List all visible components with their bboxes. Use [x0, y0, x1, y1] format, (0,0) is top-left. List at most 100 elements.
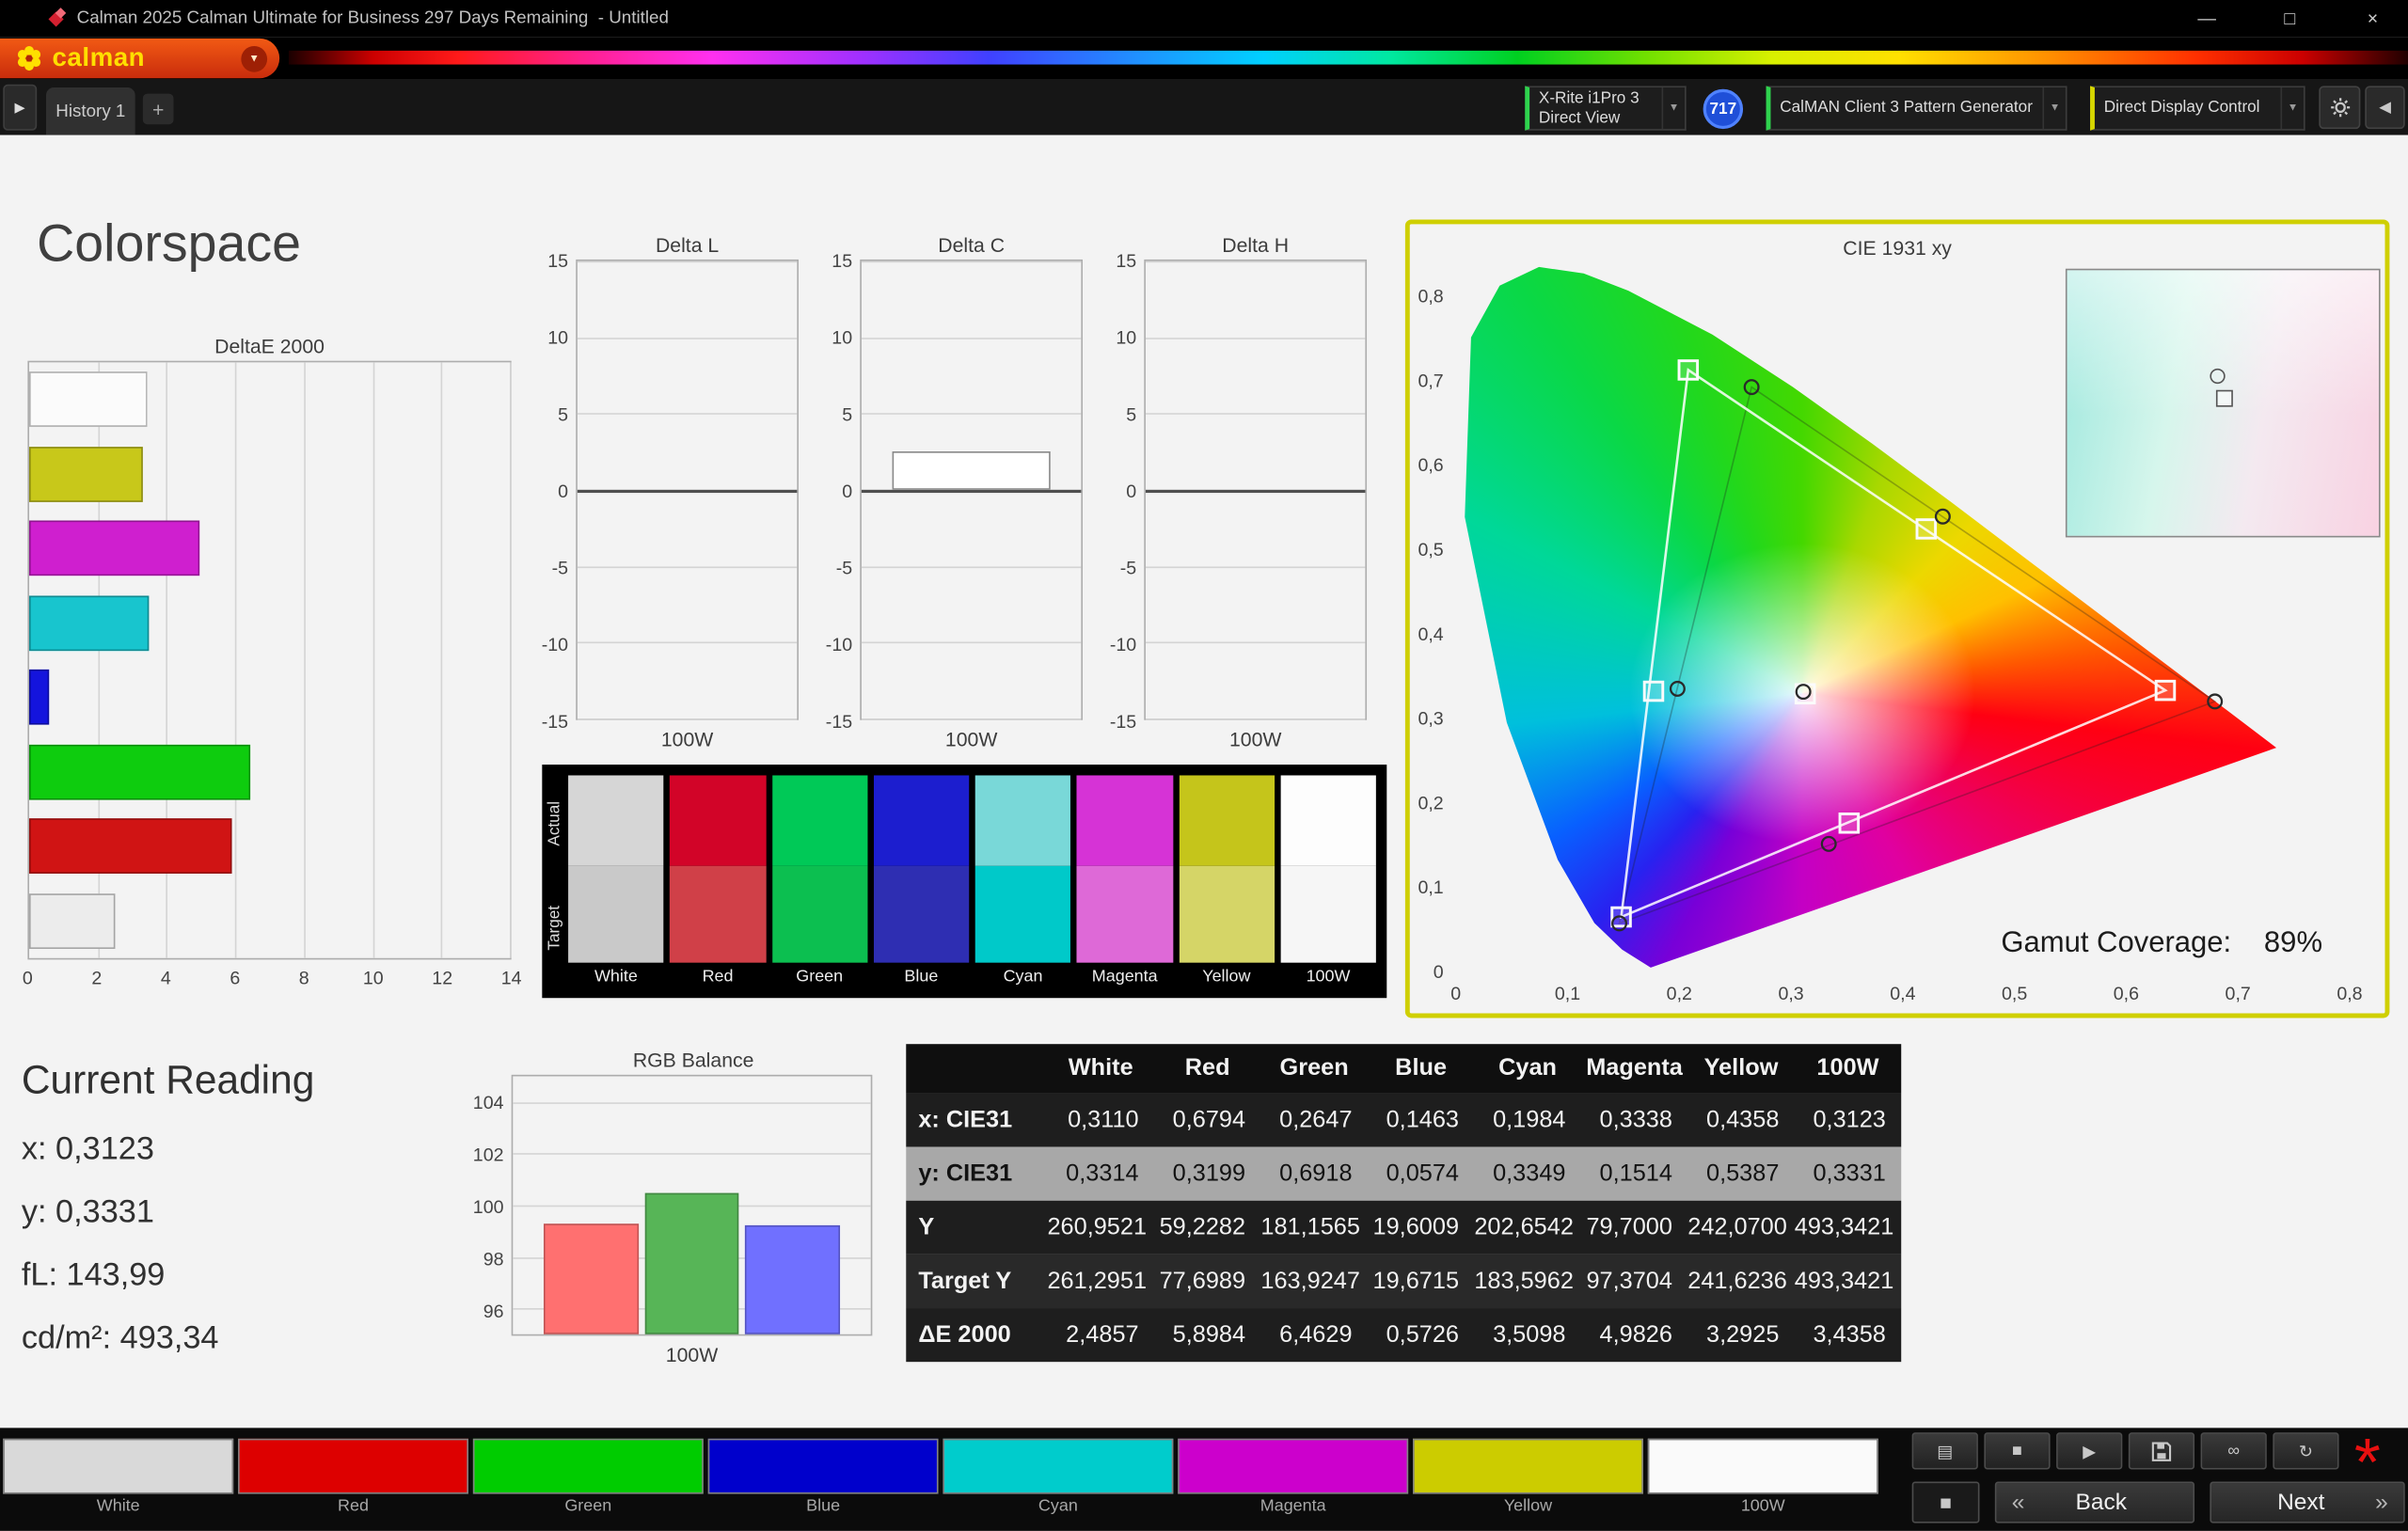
table-cell: 0,6918	[1279, 1160, 1353, 1187]
deltae-bar-row	[29, 809, 510, 883]
table-cell: 241,6236	[1687, 1267, 1787, 1294]
add-tab-button[interactable]: +	[142, 93, 174, 125]
tab-history-1[interactable]: History 1	[45, 87, 135, 135]
save-button[interactable]	[2128, 1432, 2195, 1470]
pattern-button-magenta[interactable]: Magenta	[1178, 1438, 1409, 1521]
pattern-window-button[interactable]: ▤	[1911, 1432, 1978, 1470]
logo-caret-icon: ▼	[241, 45, 268, 71]
table-cell: 6,4629	[1279, 1320, 1353, 1348]
swatch-column-green: Green	[771, 775, 868, 991]
swatch-column-white: White	[568, 775, 664, 991]
gridline	[577, 337, 798, 339]
delta_c-bar	[892, 451, 1051, 490]
table-col-header: Green	[1279, 1054, 1349, 1081]
reading-fl: fL: 143,99	[21, 1257, 166, 1293]
display-control-dropdown[interactable]: Direct Display Control ▼	[2090, 86, 2305, 131]
axis-tick-label: 10	[1116, 326, 1137, 349]
table-row-label: Target Y	[918, 1267, 1012, 1294]
maximize-icon[interactable]: □	[2276, 8, 2304, 29]
gridline	[1145, 413, 1366, 416]
calman-app: Calman 2025 Calman Ultimate for Business…	[0, 0, 2408, 1531]
pattern-button-red[interactable]: Red	[238, 1438, 468, 1521]
display-window-button[interactable]: ■	[1911, 1481, 1980, 1523]
continuous-button[interactable]: ∞	[2200, 1432, 2267, 1470]
axis-tick-label: 0,2	[1418, 792, 1444, 814]
table-cell: 0,3110	[1068, 1106, 1139, 1133]
deltae-plot	[27, 360, 512, 960]
collapse-panel-button[interactable]: ◀	[2365, 86, 2405, 130]
meter-dropdown-label: X-Rite i1Pro 3 Direct View	[1529, 89, 1648, 128]
table-col-header: Yellow	[1703, 1054, 1779, 1081]
target-swatch	[974, 865, 1071, 963]
settings-button[interactable]	[2319, 86, 2361, 130]
stop-button[interactable]: ■	[1984, 1432, 2051, 1470]
pattern-button-yellow[interactable]: Yellow	[1413, 1438, 1643, 1521]
delta-c-plot	[860, 259, 1084, 720]
chevron-down-icon: ▼	[1661, 87, 1685, 130]
minimize-icon[interactable]: —	[2193, 8, 2220, 29]
delta-l-title: Delta L	[655, 233, 720, 257]
table-cell: 19,6009	[1372, 1213, 1460, 1240]
bottom-bar: White Red Green Blue Cyan Magenta Yellow 100W ▤…	[0, 1428, 2408, 1531]
axis-tick-label: 5	[842, 403, 853, 426]
chevron-down-icon: ▼	[2280, 87, 2303, 130]
axis-tick-label: 102	[472, 1144, 504, 1166]
axis-tick-label: -5	[551, 557, 569, 579]
deltae-bar-magenta	[29, 520, 200, 576]
delta-l-chart: Delta L 15 10 5 0 -5 -10 -15 100W	[542, 233, 799, 750]
play-button[interactable]: ▶	[2056, 1432, 2123, 1470]
calman-flower-icon	[17, 45, 41, 71]
pattern-button-label: 100W	[1740, 1496, 1785, 1516]
pattern-button-100w[interactable]: 100W	[1647, 1438, 1878, 1521]
delta-c-yticks: 15 10 5 0 -5 -10 -15	[826, 250, 857, 733]
axis-tick-label: 0	[1126, 481, 1137, 502]
pattern-generator-dropdown[interactable]: CalMAN Client 3 Pattern Generator ▼	[1766, 86, 2067, 131]
rgb-bar-red	[543, 1223, 639, 1334]
table-row-label: Y	[918, 1213, 935, 1240]
save-icon	[2151, 1441, 2172, 1461]
stop-icon: ■	[2012, 1442, 2022, 1460]
table-row: y: CIE31 0,3314 0,3199 0,6918 0,0574 0,3349 0,…	[906, 1146, 1902, 1201]
axis-tick-label: 0,5	[1418, 538, 1444, 560]
target-marker-cyan	[1642, 680, 1665, 702]
display-control-label: Direct Display Control	[2103, 98, 2260, 118]
table-cell: 0,3338	[1599, 1106, 1672, 1133]
deltae-bar-white	[29, 892, 115, 949]
pattern-swatch	[3, 1438, 234, 1494]
axis-tick-label: 0,2	[1666, 982, 1692, 1004]
pattern-button-green[interactable]: Green	[472, 1438, 704, 1521]
next-button[interactable]: Next »	[2210, 1481, 2405, 1523]
gridline	[861, 489, 1082, 494]
axis-tick-label: -15	[1109, 710, 1137, 733]
rgb-bar-green	[644, 1192, 739, 1334]
target-swatch	[1280, 865, 1376, 963]
pattern-button-cyan[interactable]: Cyan	[943, 1438, 1174, 1521]
back-button[interactable]: « Back	[1994, 1481, 2195, 1523]
axis-tick-label: 10	[547, 326, 569, 349]
pattern-button-label: Magenta	[1259, 1496, 1326, 1516]
collapse-icon: ◀	[2379, 99, 2391, 117]
close-icon[interactable]: ×	[2359, 8, 2386, 29]
tab-bar: ▶ History 1 + X-Rite i1Pro 3 Direct View…	[0, 79, 2408, 135]
pattern-swatch	[707, 1438, 939, 1494]
expand-panel-button[interactable]: ▶	[3, 84, 38, 131]
meter-dropdown[interactable]: X-Rite i1Pro 3 Direct View ▼	[1525, 86, 1687, 131]
inset-measured-marker	[2210, 368, 2226, 385]
swatch-label: 100W	[1306, 967, 1351, 986]
deltae-bar-yellow	[29, 446, 143, 502]
calman-logo-menu[interactable]: calman ▼	[0, 38, 280, 79]
rgb-bars	[513, 1076, 870, 1334]
logo-text: calman	[52, 42, 146, 72]
chevron-down-icon: ▼	[2042, 87, 2065, 130]
pattern-generator-label: CalMAN Client 3 Pattern Generator	[1780, 98, 2033, 118]
back-chevron-icon: «	[2011, 1489, 2025, 1516]
pattern-button-blue[interactable]: Blue	[707, 1438, 939, 1521]
delta-h-plot	[1144, 259, 1368, 720]
delta-c-title: Delta C	[938, 233, 1006, 257]
refresh-button[interactable]: ↻	[2273, 1432, 2339, 1470]
axis-tick-label: 0,1	[1418, 876, 1444, 898]
pattern-button-white[interactable]: White	[3, 1438, 234, 1521]
delta-l-xlabel: 100W	[660, 727, 714, 751]
axis-tick-label: 8	[298, 967, 309, 989]
table-row: x: CIE31 0,3110 0,6794 0,2647 0,1463 0,1984 0,…	[906, 1093, 1902, 1147]
